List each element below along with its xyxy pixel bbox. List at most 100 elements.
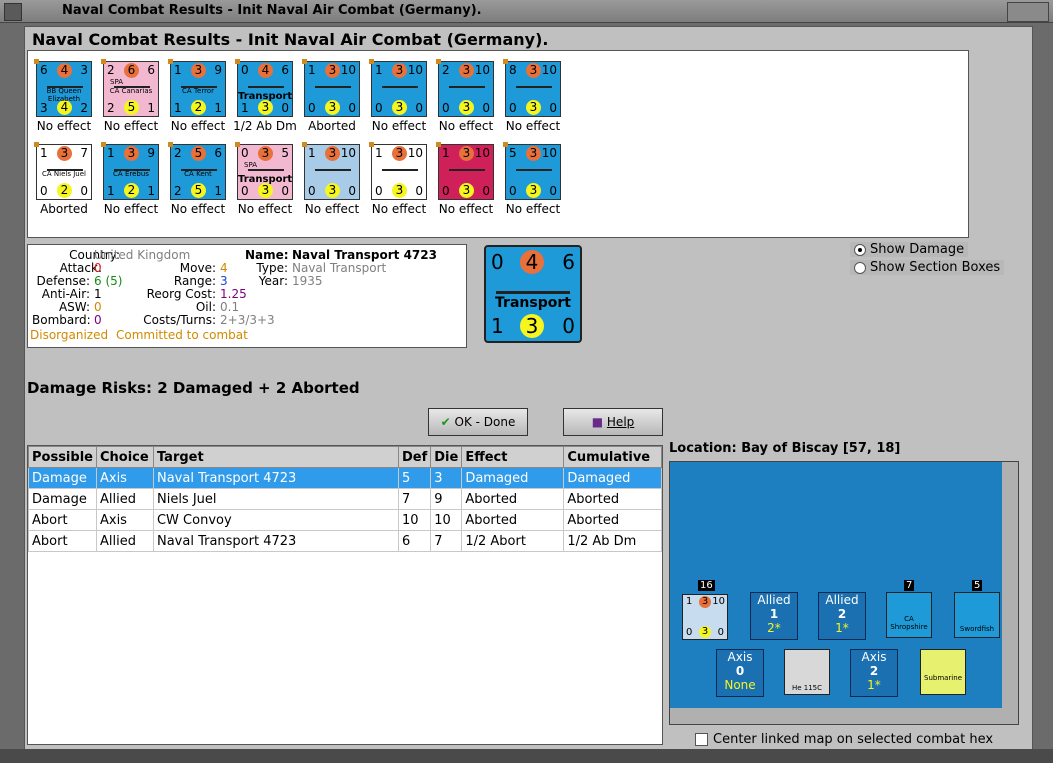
table-cell: Axis — [95, 509, 154, 531]
counter-attack: 5 — [509, 146, 517, 160]
move-label: Move: — [179, 261, 216, 275]
axis2-label: Axis — [861, 650, 887, 664]
ship-silhouette-icon — [516, 164, 552, 171]
unit-name: BB Queen Elizabeth — [46, 87, 82, 103]
help-label: Help — [606, 415, 635, 429]
combat-map[interactable]: 1 3 10 0 3 0 16 Allied 1 2* Allied 2 1* … — [669, 461, 1019, 725]
combat-results-table: Possible Choice Target Def Die Effect Cu… — [27, 445, 663, 745]
close-button[interactable] — [1007, 2, 1049, 22]
unit-counter[interactable]: 1 3 9 1 2 1 CA Terror — [168, 59, 226, 117]
unit-counter[interactable]: 1 3 10 0 3 0 — [302, 142, 360, 200]
show-sections-label: Show Section Boxes — [870, 260, 1001, 275]
unit-counter[interactable]: 1 3 10 0 3 0 — [369, 142, 427, 200]
axis-section-0[interactable]: Axis 0 None — [716, 649, 764, 697]
checkmark-icon: ✔ — [440, 415, 451, 429]
show-sections-radio[interactable]: Show Section Boxes — [850, 260, 1005, 275]
title-bar[interactable]: Naval Combat Results - Init Naval Air Co… — [0, 0, 1053, 23]
unit-counter[interactable]: 0 4 6 1 3 0 Transport — [235, 59, 293, 117]
he115-counter[interactable]: He 115C — [784, 649, 830, 695]
nation-tag: SPA — [110, 78, 124, 86]
counter-bottom-left: 1 — [174, 101, 182, 115]
unit-counter[interactable]: 2 3 10 0 3 0 — [436, 59, 494, 117]
col-def[interactable]: Def — [397, 446, 432, 468]
ok-done-button[interactable]: ✔ OK - Done — [428, 408, 528, 436]
counter-bottom-right: 1 — [147, 184, 155, 198]
unit-name: CA Niels Juel — [42, 170, 86, 178]
counter-bottom-left: 3 — [40, 101, 48, 115]
counter-defense: 3 — [392, 183, 407, 198]
defense-value: 6 (5) — [94, 274, 123, 288]
country-value: United Kingdom — [94, 248, 191, 262]
counter-bottom-left: 1 — [107, 184, 115, 198]
unit-counter[interactable]: 6 4 3 3 4 2 BB Queen Elizabeth — [34, 59, 92, 117]
radio-selected-icon[interactable] — [854, 243, 866, 256]
show-damage-radio[interactable]: Show Damage — [850, 242, 969, 257]
allied-section-1[interactable]: Allied 1 2* — [750, 592, 798, 640]
unit-result: No effect — [304, 202, 360, 216]
counter-attack: 1 — [40, 146, 48, 160]
allied-section-2[interactable]: Allied 2 1* — [818, 592, 866, 640]
map-vertical-scrollbar[interactable] — [1002, 462, 1018, 708]
unit-counter[interactable]: 1 3 9 1 2 1 CA Erebus — [101, 142, 159, 200]
allied-stack-counter[interactable]: 1 3 10 0 3 0 — [682, 594, 728, 640]
col-target[interactable]: Target — [152, 446, 399, 468]
marker-icon — [34, 142, 39, 147]
ship-silhouette-icon — [516, 81, 552, 88]
allied2-sub: 1* — [835, 621, 849, 635]
table-row[interactable]: Abort Allied Naval Transport 4723 6 7 1/2 Ab… — [28, 530, 662, 552]
unit-counter[interactable]: 1 3 7 0 2 0 CA Niels Juel — [34, 142, 92, 200]
table-row[interactable]: Damage Axis Naval Transport 4723 5 3 Damaged… — [28, 467, 662, 489]
unit-result: No effect — [170, 202, 226, 216]
col-possible[interactable]: Possible — [28, 446, 97, 468]
ca-shropshire-counter[interactable]: CA Shropshire — [886, 592, 932, 638]
allied1-num: 1 — [769, 607, 779, 621]
counter-move: 10 — [474, 63, 490, 77]
help-button[interactable]: ■ Help — [563, 408, 663, 436]
unit-counter[interactable]: 0 3 5 0 3 0 Transport SPA — [235, 142, 293, 200]
table-cell: Niels Juel — [152, 488, 399, 510]
axis-section-2[interactable]: Axis 2 1* — [850, 649, 898, 697]
unit-result: No effect — [505, 119, 561, 133]
counter-bottom-left: 0 — [241, 184, 249, 198]
unit-counter[interactable]: 1 3 10 0 3 0 — [436, 142, 494, 200]
col-effect[interactable]: Effect — [461, 446, 565, 468]
unit-counter[interactable]: 2 5 6 2 5 1 CA Kent — [168, 142, 226, 200]
year-value: 1935 — [292, 274, 323, 288]
unit-name: CA Kent — [184, 170, 212, 178]
col-choice[interactable]: Choice — [95, 446, 154, 468]
ca-shropshire-name: CA Shropshire — [890, 615, 928, 631]
unit-counter[interactable]: 8 3 10 0 3 0 — [503, 59, 561, 117]
unit-counter[interactable]: 5 3 10 0 3 0 — [503, 142, 561, 200]
unit-counter[interactable]: 1 3 10 0 3 0 — [369, 59, 427, 117]
unit-counter[interactable]: 2 6 6 2 5 1 CA Canarias SPA — [101, 59, 159, 117]
center-linked-checkbox[interactable]: Center linked map on selected combat hex — [695, 732, 993, 747]
counter-center-top: 3 — [191, 63, 206, 78]
map-horizontal-scrollbar[interactable] — [670, 708, 1018, 724]
table-row[interactable]: Damage Allied Niels Juel 7 9 Aborted Aborted — [28, 488, 662, 510]
reorg-value: 1.25 — [220, 287, 247, 301]
radio-unselected-icon[interactable] — [854, 261, 866, 274]
table-cell: Aborted — [461, 509, 565, 531]
table-cell: Aborted — [563, 509, 662, 531]
counter-bottom-right: 0 — [348, 101, 356, 115]
center-linked-label: Center linked map on selected combat hex — [713, 732, 994, 747]
submarine-counter[interactable]: Submarine — [920, 649, 966, 695]
counter-move: 10 — [407, 63, 423, 77]
counter-defense: 3 — [392, 100, 407, 115]
counter-attack: 2 — [442, 63, 450, 77]
counter-bottom-left: 0 — [375, 101, 383, 115]
checkbox-box[interactable] — [695, 733, 708, 746]
help-book-icon: ■ — [591, 415, 604, 429]
swordfish-counter[interactable]: Swordfish — [954, 592, 1000, 638]
unit-result: No effect — [103, 202, 159, 216]
col-die[interactable]: Die — [430, 446, 463, 468]
move-value: 4 — [220, 261, 228, 275]
system-menu-icon[interactable] — [4, 3, 22, 21]
counter-bottom-left: 0 — [375, 184, 383, 198]
unit-counter[interactable]: 1 3 10 0 3 0 — [302, 59, 360, 117]
table-cell: Aborted — [461, 488, 565, 510]
col-cumulative[interactable]: Cumulative — [563, 446, 662, 468]
counter-bottom-left: 0 — [509, 101, 517, 115]
he115-name: He 115C — [791, 684, 823, 692]
table-row[interactable]: Abort Axis CW Convoy 10 10 Aborted Aborted — [28, 509, 662, 531]
